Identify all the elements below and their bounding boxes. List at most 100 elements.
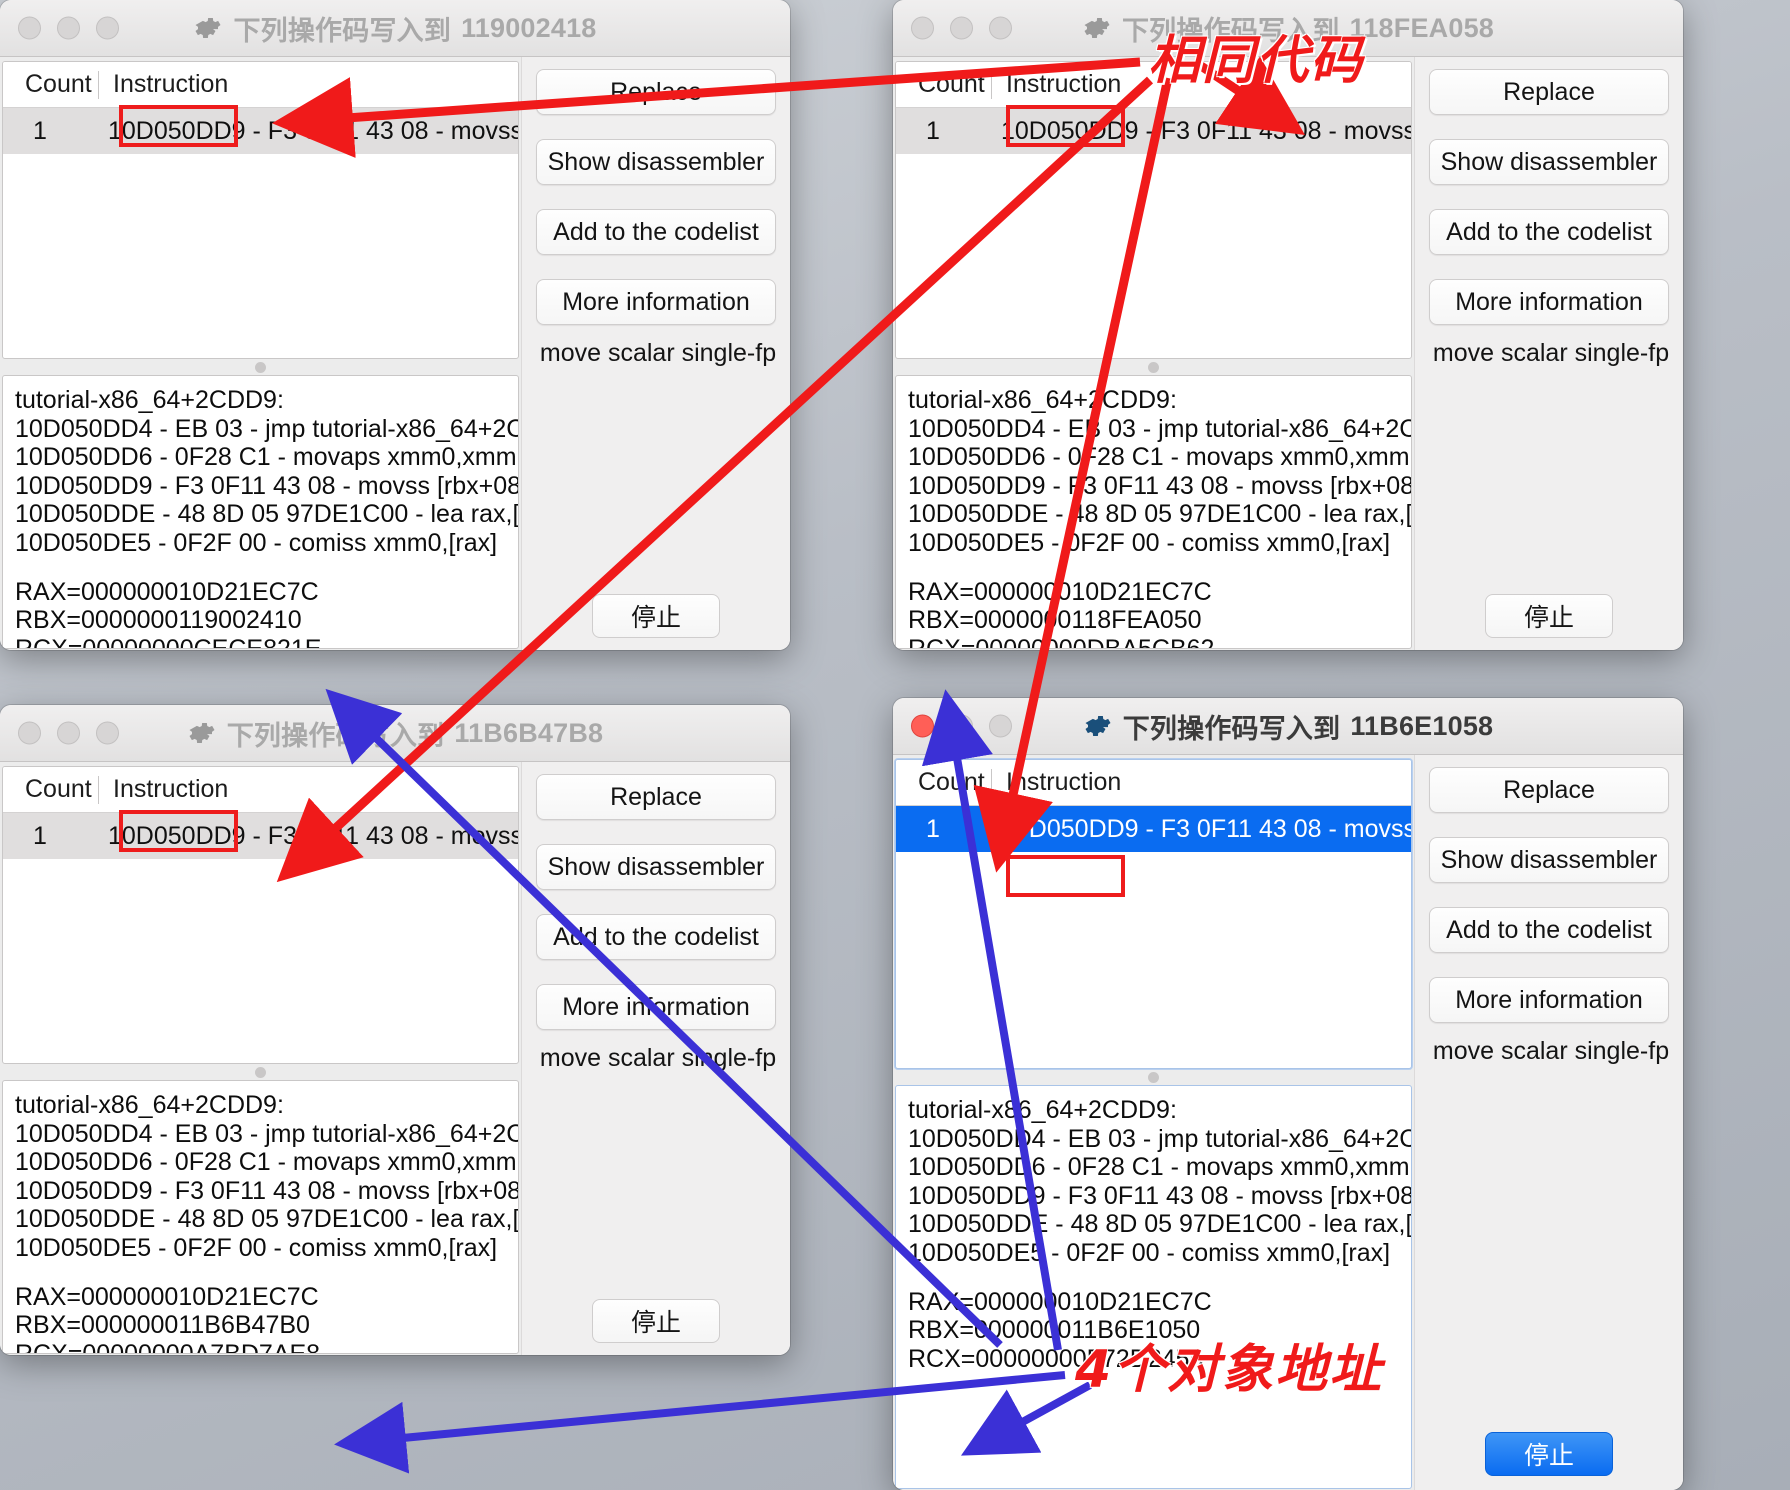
stop-button[interactable]: 停止 xyxy=(1485,1432,1613,1476)
window-title: 下列操作码写入到 11B6B47B8 xyxy=(0,705,790,761)
column-header-instruction[interactable]: Instruction xyxy=(99,775,228,804)
list-header: Count Instruction xyxy=(896,760,1411,806)
window-11B6E1058[interactable]: 下列操作码写入到 11B6E1058 Count Instruction 1 1… xyxy=(893,698,1683,1490)
disasm-header: tutorial-x86_64+2CDD9: xyxy=(15,386,284,414)
titlebar[interactable]: 下列操作码写入到 119002418 xyxy=(0,0,790,57)
add-to-codelist-button[interactable]: Add to the codelist xyxy=(1429,209,1669,255)
stop-button[interactable]: 停止 xyxy=(592,1299,720,1343)
column-header-count[interactable]: Count xyxy=(896,70,991,99)
show-disassembler-button[interactable]: Show disassembler xyxy=(1429,837,1669,883)
disasm-line: 10D050DE5 - 0F2F 00 - comiss xmm0,[rax] xyxy=(15,1233,498,1262)
stop-button[interactable]: 停止 xyxy=(1485,594,1613,638)
replace-button[interactable]: Replace xyxy=(1429,69,1669,115)
show-disassembler-button[interactable]: Show disassembler xyxy=(1429,139,1669,185)
column-header-instruction[interactable]: Instruction xyxy=(992,768,1121,797)
disasm-line: 10D050DDE - 48 8D 05 97DE1C00 - lea rax,… xyxy=(908,500,1412,529)
instruction-list[interactable]: Count Instruction 1 10D050DD9 - F3 0F11 … xyxy=(895,759,1412,1069)
list-empty-area[interactable] xyxy=(896,852,1411,1062)
register-line: RAX=000000010D21EC7C xyxy=(15,577,319,606)
table-row[interactable]: 1 10D050DD9 - F3 0F11 43 08 - movss. xyxy=(3,108,518,154)
disasm-line: 10D050DD9 - F3 0F11 43 08 - movss [rbx+0… xyxy=(15,1176,519,1205)
register-line: RBX=0000000119002410 xyxy=(15,606,302,635)
register-line: RCX=00000000F72D2455 xyxy=(908,1344,1204,1373)
instruction-description: move scalar single-fp xyxy=(1432,339,1670,367)
pane-resize-handle[interactable] xyxy=(893,1069,1414,1085)
register-line: RCX=00000000A7BD7AE8 xyxy=(15,1339,321,1354)
list-empty-area[interactable] xyxy=(3,154,518,354)
window-title-address: 11B6B47B8 xyxy=(454,717,604,748)
disassembly-pane[interactable]: tutorial-x86_64+2CDD9: 10D050DD4 - EB 03… xyxy=(2,1080,519,1354)
disasm-line: 10D050DE5 - 0F2F 00 - comiss xmm0,[rax] xyxy=(908,1238,1391,1267)
column-header-instruction[interactable]: Instruction xyxy=(99,70,228,99)
disasm-line: 10D050DD9 - F3 0F11 43 08 - movss [rbx+0… xyxy=(908,1181,1412,1210)
table-row[interactable]: 1 10D050DD9 - F3 0F11 43 08 - movss. xyxy=(896,108,1411,154)
register-line: RBX=000000011B6B47B0 xyxy=(15,1311,310,1340)
window-title-address: 119002418 xyxy=(461,12,597,43)
pane-resize-handle[interactable] xyxy=(893,359,1414,375)
list-header: Count Instruction xyxy=(3,62,518,108)
window-title-text: 下列操作码写入到 xyxy=(1122,713,1341,744)
window-119002418[interactable]: 下列操作码写入到 119002418 Count Instruction 1 1… xyxy=(0,0,790,650)
column-header-count[interactable]: Count xyxy=(3,70,98,99)
row-count: 1 xyxy=(926,814,940,843)
instruction-list[interactable]: Count Instruction 1 10D050DD9 - F3 0F11 … xyxy=(895,61,1412,359)
replace-button[interactable]: Replace xyxy=(536,69,776,115)
window-title-address: 11B6E1058 xyxy=(1350,710,1494,741)
window-title-text: 下列操作码写入到 xyxy=(233,15,452,46)
window-118FEA058[interactable]: 下列操作码写入到 118FEA058 Count Instruction 1 1… xyxy=(893,0,1683,650)
replace-button[interactable]: Replace xyxy=(536,774,776,820)
column-header-count[interactable]: Count xyxy=(3,775,98,804)
list-empty-area[interactable] xyxy=(896,154,1411,354)
row-instruction-rest: - F3 0F11 43 08 - movss. xyxy=(1138,116,1412,145)
table-row[interactable]: 1 10D050DD9 - F3 0F11 43 08 - movss. xyxy=(896,806,1411,852)
add-to-codelist-button[interactable]: Add to the codelist xyxy=(536,209,776,255)
row-count: 1 xyxy=(926,116,940,145)
instruction-description: move scalar single-fp xyxy=(539,339,777,367)
disasm-line: 10D050DD9 - F3 0F11 43 08 - movss [rbx+0… xyxy=(15,471,519,500)
disassembly-pane[interactable]: tutorial-x86_64+2CDD9: 10D050DD4 - EB 03… xyxy=(895,1085,1412,1489)
titlebar[interactable]: 下列操作码写入到 11B6E1058 xyxy=(893,698,1683,755)
disasm-line: 10D050DD4 - EB 03 - jmp tutorial-x86_64+… xyxy=(908,414,1412,443)
show-disassembler-button[interactable]: Show disassembler xyxy=(536,139,776,185)
instruction-list[interactable]: Count Instruction 1 10D050DD9 - F3 0F11 … xyxy=(2,61,519,359)
more-information-button[interactable]: More information xyxy=(536,279,776,325)
gear-icon xyxy=(187,718,217,748)
disassembly-pane[interactable]: tutorial-x86_64+2CDD9: 10D050DD4 - EB 03… xyxy=(895,375,1412,649)
gear-icon xyxy=(193,13,223,43)
disasm-line: 10D050DD4 - EB 03 - jmp tutorial-x86_64+… xyxy=(908,1124,1412,1153)
column-header-count[interactable]: Count xyxy=(896,768,991,797)
disasm-line: 10D050DD6 - 0F28 C1 - movaps xmm0,xmm1 xyxy=(15,443,519,472)
show-disassembler-button[interactable]: Show disassembler xyxy=(536,844,776,890)
titlebar[interactable]: 下列操作码写入到 118FEA058 xyxy=(893,0,1683,57)
instruction-list[interactable]: Count Instruction 1 10D050DD9 - F3 0F11 … xyxy=(2,766,519,1064)
list-empty-area[interactable] xyxy=(3,859,518,1059)
disasm-line: 10D050DDE - 48 8D 05 97DE1C00 - lea rax,… xyxy=(15,500,519,529)
row-instruction: 10D050DD9 - F3 0F11 43 08 - movss. xyxy=(991,116,1412,146)
replace-button[interactable]: Replace xyxy=(1429,767,1669,813)
add-to-codelist-button[interactable]: Add to the codelist xyxy=(1429,907,1669,953)
disasm-line: 10D050DD4 - EB 03 - jmp tutorial-x86_64+… xyxy=(15,1119,519,1148)
add-to-codelist-button[interactable]: Add to the codelist xyxy=(536,914,776,960)
column-header-instruction[interactable]: Instruction xyxy=(992,70,1121,99)
more-information-button[interactable]: More information xyxy=(536,984,776,1030)
disassembly-pane[interactable]: tutorial-x86_64+2CDD9: 10D050DD4 - EB 03… xyxy=(2,375,519,649)
window-11B6B47B8[interactable]: 下列操作码写入到 11B6B47B8 Count Instruction 1 1… xyxy=(0,705,790,1355)
pane-resize-handle[interactable] xyxy=(0,1064,521,1080)
row-instruction-rest: - F3 0F11 43 08 - movss. xyxy=(1138,814,1412,843)
register-line: RAX=000000010D21EC7C xyxy=(15,1282,319,1311)
more-information-button[interactable]: More information xyxy=(1429,977,1669,1023)
instruction-description: move scalar single-fp xyxy=(539,1044,777,1072)
table-row[interactable]: 1 10D050DD9 - F3 0F11 43 08 - movss. xyxy=(3,813,518,859)
window-title-address: 118FEA058 xyxy=(1349,12,1495,43)
disasm-line: 10D050DD9 - F3 0F11 43 08 - movss [rbx+0… xyxy=(908,471,1412,500)
gear-icon xyxy=(1083,711,1113,741)
stop-button[interactable]: 停止 xyxy=(592,594,720,638)
titlebar[interactable]: 下列操作码写入到 11B6B47B8 xyxy=(0,705,790,762)
row-count: 1 xyxy=(33,821,47,850)
more-information-button[interactable]: More information xyxy=(1429,279,1669,325)
pane-resize-handle[interactable] xyxy=(0,359,521,375)
list-header: Count Instruction xyxy=(896,62,1411,108)
row-instruction: 10D050DD9 - F3 0F11 43 08 - movss. xyxy=(991,814,1412,844)
register-line: RAX=000000010D21EC7C xyxy=(908,577,1212,606)
row-instruction-rest: - F3 0F11 43 08 - movss. xyxy=(245,821,519,850)
